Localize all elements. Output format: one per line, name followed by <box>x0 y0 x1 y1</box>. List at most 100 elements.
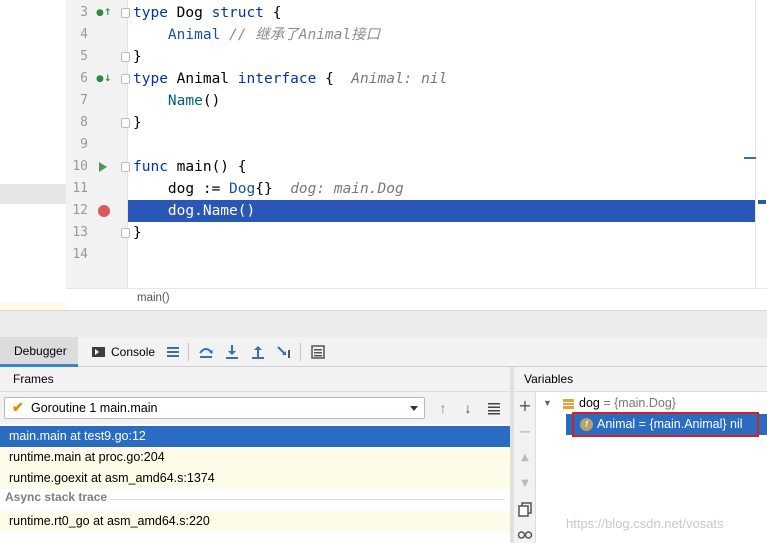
toolbar-separator <box>188 343 189 361</box>
fold-marker[interactable] <box>121 118 130 128</box>
code-token: } <box>133 115 142 131</box>
frame-item[interactable]: runtime.rt0_go at asm_amd64.s:220 <box>0 511 510 532</box>
fold-marker[interactable] <box>121 162 130 172</box>
code-line[interactable]: 3 ●↑ type Dog struct { <box>0 2 767 24</box>
move-up-icon[interactable]: ▲ <box>517 450 533 466</box>
line-number: 10 <box>72 159 88 174</box>
tab-console-label: Console <box>111 345 156 359</box>
breadcrumb-bar: main() <box>66 288 767 310</box>
panel-divider[interactable] <box>0 310 767 337</box>
line-number: 11 <box>72 181 88 196</box>
code-line[interactable]: 11 dog := Dog{} dog: main.Dog <box>0 178 767 200</box>
divider <box>110 499 505 500</box>
code-token: Dog <box>229 181 256 197</box>
tab-debugger-label: Debugger <box>14 344 67 358</box>
frames-list: main.main at test9.go:12 runtime.main at… <box>0 424 510 543</box>
line-number: 9 <box>80 137 88 152</box>
check-icon: ✔ <box>12 399 24 415</box>
code-line[interactable]: 10 func main() { <box>0 156 767 178</box>
code-token: () <box>202 93 221 109</box>
variables-title: Variables <box>524 372 574 386</box>
inline-debug-value: Animal: nil <box>351 71 448 87</box>
run-to-cursor-icon[interactable] <box>276 344 292 360</box>
console-icon <box>92 347 105 357</box>
left-strip-bottom <box>0 303 66 310</box>
frame-item[interactable]: main.main at test9.go:12 <box>0 426 510 447</box>
code-line[interactable]: 13 } <box>0 222 767 244</box>
toolbar-separator <box>300 343 301 361</box>
line-number: 7 <box>80 93 88 108</box>
inline-debug-value: dog: main.Dog <box>290 181 404 197</box>
code-token: Animal <box>167 27 221 43</box>
code-line[interactable]: 7 Name() <box>0 90 767 112</box>
line-number: 13 <box>72 225 88 240</box>
code-line[interactable]: 6 ●↓ type Animal interface { Animal: nil <box>0 68 767 90</box>
variable-row-dog[interactable]: ▼ dog = {main.Dog} <box>536 393 767 414</box>
arrow-up-icon[interactable]: ↑ <box>436 400 450 416</box>
code-token: Name <box>167 93 203 109</box>
line-number: 8 <box>80 115 88 130</box>
line-number: 6 <box>80 71 88 86</box>
code-line[interactable]: 5 } <box>0 46 767 68</box>
line-number: 3 <box>80 5 88 20</box>
code-token: } <box>133 225 142 241</box>
menu-icon[interactable] <box>165 344 181 360</box>
debug-toolbar: Debugger Console <box>0 337 767 367</box>
variables-header: Variables <box>514 367 767 392</box>
breakpoint-icon[interactable] <box>98 205 110 217</box>
frame-item[interactable]: runtime.main at proc.go:204 <box>0 447 510 468</box>
code-token: Animal <box>176 71 230 87</box>
implementations-icon[interactable]: ●↓ <box>96 74 111 84</box>
code-token: dog.Name() <box>167 203 256 219</box>
chevron-down-icon[interactable]: ▼ <box>543 393 552 414</box>
tab-debugger[interactable]: Debugger <box>0 337 78 367</box>
filter-list-icon[interactable] <box>487 400 501 416</box>
code-line[interactable]: 9 <box>0 134 767 156</box>
line-number: 14 <box>72 247 88 262</box>
code-line[interactable]: 14 <box>0 244 767 266</box>
code-token: Dog <box>176 5 203 21</box>
step-out-icon[interactable] <box>250 344 266 360</box>
code-token: { <box>272 5 282 21</box>
line-number: 12 <box>72 203 88 218</box>
code-token: type <box>133 5 168 21</box>
chevron-down-icon <box>410 406 418 411</box>
add-watch-icon[interactable]: + <box>517 398 533 414</box>
highlight-annotation <box>572 412 759 437</box>
step-over-icon[interactable] <box>198 344 214 360</box>
goroutine-select-value: Goroutine 1 main.main <box>31 401 158 415</box>
fold-marker[interactable] <box>121 52 130 62</box>
frame-item[interactable]: runtime.goexit at asm_amd64.s:1374 <box>0 468 510 489</box>
line-number: 4 <box>80 27 88 42</box>
code-line[interactable]: 4 Animal // 继承了Animal接口 <box>0 24 767 46</box>
line-number: 5 <box>80 49 88 64</box>
code-comment: // 继承了Animal接口 <box>229 27 381 43</box>
fold-marker[interactable] <box>121 228 130 238</box>
step-into-icon[interactable] <box>224 344 240 360</box>
arrow-down-icon[interactable]: ↓ <box>461 400 475 416</box>
code-token: { <box>325 71 334 87</box>
code-line[interactable]: 8 } <box>0 112 767 134</box>
fold-marker[interactable] <box>121 74 130 84</box>
variable-stack-icon <box>563 399 574 409</box>
code-editor[interactable]: 3 ●↑ type Dog struct { 4 Animal // 继承了An… <box>0 0 767 310</box>
fold-marker[interactable] <box>121 8 130 18</box>
code-token: type <box>133 71 168 87</box>
breadcrumb[interactable]: main() <box>137 292 170 304</box>
code-token: struct <box>211 5 264 21</box>
watermark: https://blog.csdn.net/vosats <box>566 516 724 531</box>
frames-header: Frames <box>0 367 510 392</box>
goroutine-select[interactable]: ✔ Goroutine 1 main.main <box>4 397 425 419</box>
code-token: interface <box>237 71 317 87</box>
remove-watch-icon[interactable]: − <box>517 424 533 440</box>
frames-controls: ✔ Goroutine 1 main.main ↑ ↓ <box>0 392 510 424</box>
evaluate-expression-icon[interactable] <box>310 344 326 360</box>
move-down-icon[interactable]: ▼ <box>517 476 533 492</box>
glasses-icon[interactable] <box>517 526 533 542</box>
run-icon[interactable] <box>99 162 107 172</box>
implemented-by-icon[interactable]: ●↑ <box>96 8 111 18</box>
code-line-current[interactable]: 12 dog.Name() <box>0 200 767 222</box>
tab-console[interactable]: Console <box>88 337 155 367</box>
copy-icon[interactable] <box>517 502 533 518</box>
code-token: } <box>133 49 142 65</box>
